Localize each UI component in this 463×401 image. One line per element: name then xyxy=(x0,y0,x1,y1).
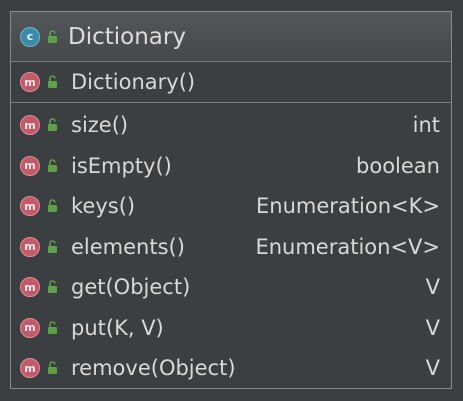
method-signature: get(Object) xyxy=(71,275,191,300)
method-row[interactable]: m size() int xyxy=(11,105,451,146)
method-row[interactable]: m keys() Enumeration<K> xyxy=(11,186,451,227)
method-row[interactable]: m put(K, V) V xyxy=(11,308,451,349)
constructor-row[interactable]: m Dictionary() xyxy=(11,62,451,102)
methods-section: m size() int m isEmpty() boolean m keys() Enumer… xyxy=(11,103,451,389)
method-return-type: V xyxy=(425,275,440,300)
method-icon: m xyxy=(20,317,40,338)
method-return-type: Enumeration<V> xyxy=(255,234,440,259)
method-return-type: V xyxy=(425,356,440,381)
method-signature: keys() xyxy=(71,194,136,219)
uml-class-diagram: c Dictionary m Dictionary() m size() int m i… xyxy=(10,11,452,389)
method-signature: elements() xyxy=(71,234,185,259)
class-icon: c xyxy=(20,26,40,47)
method-icon: m xyxy=(20,155,40,176)
method-row[interactable]: m get(Object) V xyxy=(11,267,451,308)
unlocked-public-icon xyxy=(48,320,57,334)
unlocked-public-icon xyxy=(48,280,57,294)
method-icon: m xyxy=(20,277,40,298)
unlocked-public-icon xyxy=(48,361,57,375)
method-signature: isEmpty() xyxy=(71,153,172,178)
method-return-type: V xyxy=(425,315,440,340)
unlocked-public-icon xyxy=(48,75,57,88)
unlocked-public-icon xyxy=(48,118,57,132)
method-row[interactable]: m remove(Object) V xyxy=(11,348,451,389)
unlocked-public-icon xyxy=(48,29,57,43)
method-icon: m xyxy=(20,72,40,92)
method-icon: m xyxy=(20,196,40,217)
method-signature: put(K, V) xyxy=(71,315,164,340)
method-return-type: boolean xyxy=(356,153,440,178)
method-row[interactable]: m isEmpty() boolean xyxy=(11,146,451,187)
unlocked-public-icon xyxy=(48,158,57,172)
class-header[interactable]: c Dictionary xyxy=(11,12,451,62)
method-signature: remove(Object) xyxy=(71,356,236,381)
method-icon: m xyxy=(20,236,40,257)
constructors-section: m Dictionary() xyxy=(11,62,451,103)
unlocked-public-icon xyxy=(48,199,57,213)
method-return-type: int xyxy=(412,113,440,138)
method-row[interactable]: m elements() Enumeration<V> xyxy=(11,227,451,268)
unlocked-public-icon xyxy=(48,239,57,253)
method-icon: m xyxy=(20,115,40,136)
method-signature: size() xyxy=(71,113,129,138)
method-return-type: Enumeration<K> xyxy=(256,194,440,219)
constructor-signature: Dictionary() xyxy=(71,70,196,94)
method-icon: m xyxy=(20,358,40,379)
class-name: Dictionary xyxy=(68,23,186,50)
